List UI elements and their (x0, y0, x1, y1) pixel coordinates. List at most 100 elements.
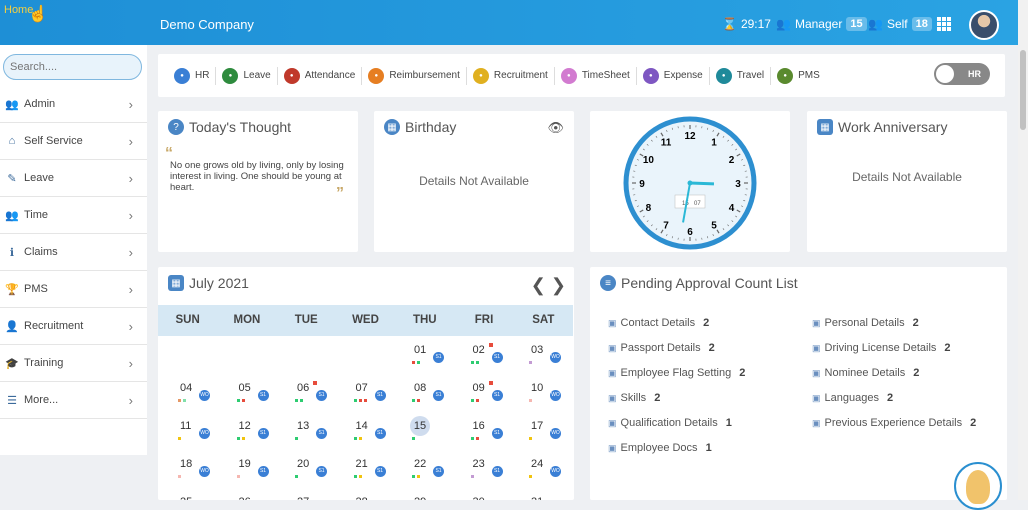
module-leave[interactable]: ●Leave (216, 67, 277, 85)
calendar-day[interactable]: 19S1 (239, 458, 297, 496)
clock-card: 123456789101112 15 07 (590, 111, 790, 252)
module-label: PMS (798, 70, 820, 81)
sidebar-item[interactable]: ⌂Self Service› (0, 123, 147, 160)
pending-item[interactable]: ▣Skills2 (608, 392, 660, 404)
calendar-day[interactable]: 23S1 (473, 458, 531, 496)
weekday-label: SAT (514, 305, 573, 336)
shift-badge: WO (550, 466, 561, 477)
calendar-day[interactable]: 27 (297, 496, 355, 500)
prev-month-icon[interactable]: ❮ (531, 275, 546, 295)
calendar-day[interactable]: 06S1 (297, 382, 355, 420)
birthday-title: Birthday (405, 119, 456, 135)
chevron-right-icon: › (129, 134, 133, 149)
calendar-day[interactable]: 15 (414, 420, 472, 458)
pending-item[interactable]: ▣Contact Details2 (608, 317, 709, 329)
module-reimbursement[interactable]: ●Reimbursement (362, 67, 467, 85)
pending-item[interactable]: ▣Employee Flag Setting2 (608, 367, 745, 379)
pending-item[interactable]: ▣Nominee Details2 (812, 367, 919, 379)
calendar-day[interactable]: 11WO (180, 420, 238, 458)
status-dot (417, 361, 420, 364)
calendar-day[interactable]: 09S1 (473, 382, 531, 420)
calendar-day[interactable]: 29 (414, 496, 472, 500)
module-label: Leave (243, 70, 270, 81)
calendar-day[interactable]: 30 (473, 496, 531, 500)
calendar-day[interactable]: 20S1 (297, 458, 355, 496)
day-number: 18 (180, 458, 192, 470)
calendar-day[interactable]: 02S1 (473, 344, 531, 382)
passport-icon: ▣ (608, 343, 617, 354)
status-dots (295, 437, 298, 440)
pending-item[interactable]: ▣Employee Docs1 (608, 442, 712, 454)
birthday-card: ▦ Birthday 👁 Details Not Available (374, 111, 574, 252)
day-number: 24 (531, 458, 543, 470)
calendar-day[interactable]: 10WO (531, 382, 574, 420)
thought-title-row: ? Today's Thought (168, 119, 291, 135)
module-travel[interactable]: ●Travel (710, 67, 771, 85)
pending-item[interactable]: ▣Driving License Details2 (812, 342, 951, 354)
weekday-label: THU (395, 305, 454, 336)
calendar-day[interactable]: 16S1 (473, 420, 531, 458)
avatar[interactable] (969, 10, 999, 40)
calendar-day[interactable]: 28 (356, 496, 414, 500)
sidebar-item[interactable]: 👥Time› (0, 197, 147, 234)
calendar-day[interactable]: 25 (180, 496, 238, 500)
sidebar-item[interactable]: ✎Leave› (0, 160, 147, 197)
calendar-day[interactable]: 07S1 (356, 382, 414, 420)
module-recruitment[interactable]: ●Recruitment (467, 67, 555, 85)
module-attendance[interactable]: ●Attendance (278, 67, 363, 85)
calendar-day[interactable]: 24 WO (531, 458, 574, 496)
session-timer: ⌛ 29:17 (722, 17, 771, 31)
thought-text: No one grows old by living, only by losi… (170, 160, 348, 193)
calendar-day[interactable]: 05S1 (239, 382, 297, 420)
sidebar-item[interactable]: 👤Recruitment› (0, 308, 147, 345)
search-input[interactable] (3, 54, 142, 80)
calendar-day[interactable]: 22S1 (414, 458, 472, 496)
calendar-day[interactable]: 12S1 (239, 420, 297, 458)
hr-icon: ● (174, 68, 190, 84)
status-dot (364, 399, 367, 402)
pending-item[interactable]: ▣Previous Experience Details2 (812, 417, 976, 429)
shift-badge: S1 (375, 466, 386, 477)
eye-icon[interactable]: 👁 (547, 120, 564, 136)
status-dots (354, 475, 362, 478)
hr-toggle[interactable]: HR (934, 63, 990, 85)
module-pms[interactable]: ●PMS (771, 67, 826, 85)
pending-item[interactable]: ▣Languages2 (812, 392, 893, 404)
self-switch[interactable]: 👥 Self 18 (868, 17, 932, 31)
calendar-day[interactable]: 01S1 (414, 344, 472, 382)
calendar-day[interactable]: 18WO (180, 458, 238, 496)
skills-icon: ▣ (608, 393, 617, 404)
status-dot (476, 399, 479, 402)
apps-grid-icon[interactable] (937, 17, 951, 31)
timer-value: 29:17 (741, 17, 771, 31)
calendar-day[interactable]: 17WO (531, 420, 574, 458)
pending-count: 2 (944, 342, 950, 354)
calendar-day[interactable]: 13S1 (297, 420, 355, 458)
calendar-day[interactable]: 14S1 (356, 420, 414, 458)
calendar-day[interactable]: 04WO (180, 382, 238, 420)
module-timesheet[interactable]: ●TimeSheet (555, 67, 637, 85)
sidebar-item[interactable]: 🎓Training› (0, 345, 147, 382)
sidebar-item[interactable]: 🏆PMS› (0, 271, 147, 308)
day-number: 21 (356, 458, 368, 470)
sidebar-item[interactable]: 👥Admin› (0, 86, 147, 123)
status-dot (471, 399, 474, 402)
calendar-day[interactable]: 26 (239, 496, 297, 500)
pending-item[interactable]: ▣Personal Details2 (812, 317, 919, 329)
calendar-day[interactable]: 08S1 (414, 382, 472, 420)
status-dot (359, 437, 362, 440)
calendar-day[interactable]: 21 S1 (356, 458, 414, 496)
manager-switch[interactable]: 👥 Manager 15 (776, 17, 867, 31)
sidebar-item[interactable]: ℹClaims› (0, 234, 147, 271)
module-hr[interactable]: ●HR (168, 67, 216, 85)
pending-item[interactable]: ▣Qualification Details1 (608, 417, 732, 429)
pending-item[interactable]: ▣Passport Details2 (608, 342, 715, 354)
scrollbar-thumb[interactable] (1020, 50, 1026, 130)
cake-icon: ▦ (384, 119, 400, 135)
calendar-day[interactable]: 03WO (531, 344, 574, 382)
next-month-icon[interactable]: ❯ (551, 275, 566, 295)
calendar-day[interactable]: 31 (531, 496, 574, 500)
module-expense[interactable]: ●Expense (637, 67, 710, 85)
sidebar-item[interactable]: ☰More...› (0, 382, 147, 419)
chatbot-avatar[interactable] (954, 462, 1002, 510)
